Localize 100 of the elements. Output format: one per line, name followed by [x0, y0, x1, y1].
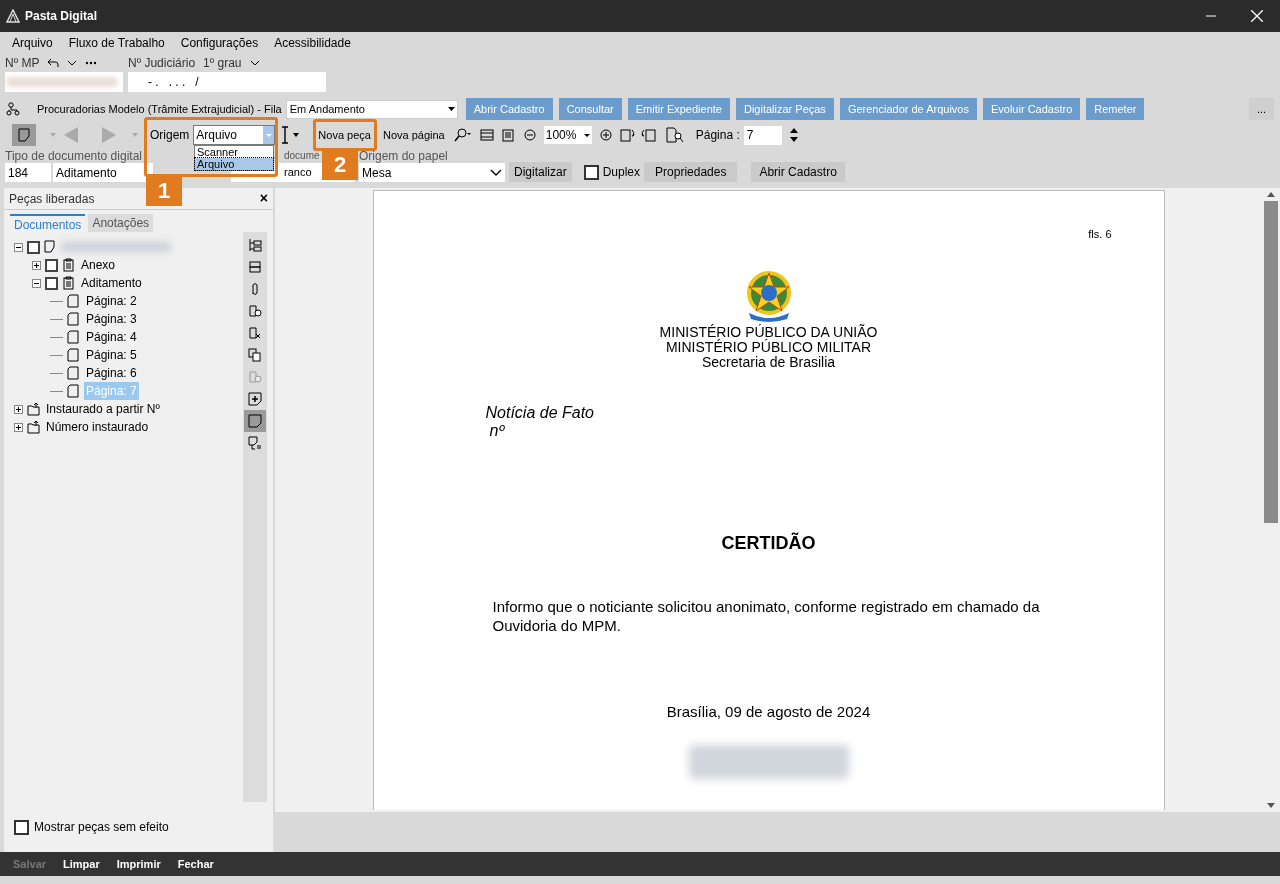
- menu-item[interactable]: Arquivo: [12, 34, 53, 52]
- tree-item[interactable]: Página: 3: [84, 310, 139, 328]
- properties-button[interactable]: Propriedades: [644, 162, 738, 182]
- scroll-down-icon: [1267, 803, 1275, 808]
- footer-button[interactable]: Fechar: [177, 855, 214, 873]
- undo-icon[interactable]: [47, 58, 60, 68]
- body-paragraph: Informo que o noticiante solicitou anonimato, conforme registrado em chamado da Ouvidoria do MPM.: [492, 596, 1041, 635]
- panel-tab[interactable]: Documentos: [10, 214, 86, 232]
- rotate-icon[interactable]: [619, 127, 636, 143]
- page-icon: [67, 348, 80, 362]
- show-void-checkbox[interactable]: [14, 819, 29, 835]
- dropdown-arrow-icon: [265, 133, 272, 137]
- dropdown-option[interactable]: Scanner: [195, 146, 273, 158]
- footer-button[interactable]: Limpar: [63, 855, 100, 873]
- close-button[interactable]: ×: [259, 188, 268, 209]
- note-icon: [248, 414, 262, 428]
- paper-origin-select[interactable]: Mesa: [359, 163, 505, 182]
- field-label: Tipo de documento digital: [5, 149, 142, 163]
- letterhead-line: MINISTÉRIO PÚBLICO DA UNIÃO: [659, 324, 878, 340]
- collapse-icon[interactable]: [14, 242, 23, 252]
- more-icon[interactable]: [85, 61, 98, 65]
- tree-icon: [248, 238, 262, 252]
- zoom-in-icon[interactable]: [599, 129, 612, 141]
- letterhead-line: Secretaria de Brasilia: [701, 354, 836, 370]
- judiciario-field[interactable]: - . . . . /: [128, 72, 326, 92]
- new-page-button[interactable]: Nova página: [381, 125, 446, 145]
- menu-item[interactable]: Fluxo de Trabalho: [68, 34, 165, 52]
- window-title: Pasta Digital: [25, 8, 98, 25]
- fit-page-icon[interactable]: [501, 128, 514, 142]
- field-label: 1º grau: [203, 55, 242, 72]
- zoom-select[interactable]: 100%: [543, 126, 592, 144]
- spinner-icon[interactable]: [789, 127, 798, 143]
- mp-field[interactable]: [5, 72, 123, 92]
- expand-icon[interactable]: [14, 404, 23, 414]
- tree-item[interactable]: Página: 4: [84, 328, 139, 346]
- origin-label: Origem: [150, 127, 190, 144]
- copy-icon: [248, 348, 262, 362]
- tree-item[interactable]: Aditamento: [79, 274, 144, 292]
- tree-item[interactable]: Página: 6: [84, 364, 139, 382]
- type-code-field[interactable]: 184: [5, 163, 51, 182]
- document-number-label: nº: [489, 421, 506, 440]
- page-icon: [67, 312, 80, 326]
- text-cursor-icon[interactable]: [281, 126, 290, 144]
- fit-width-icon[interactable]: [479, 129, 494, 141]
- field-label: Origem do papel: [359, 149, 448, 163]
- more-button[interactable]: ...: [1249, 98, 1274, 120]
- caret-icon[interactable]: [293, 133, 300, 137]
- type-field[interactable]: Aditamento: [53, 163, 153, 182]
- collapse-icon[interactable]: [32, 278, 41, 288]
- expand-icon[interactable]: [14, 422, 23, 432]
- scrollbar[interactable]: [1262, 188, 1280, 812]
- open-record-button[interactable]: Abrir Cadastro: [751, 162, 845, 182]
- note-list-icon: [248, 436, 262, 450]
- tree-item[interactable]: Número instaurado: [44, 418, 151, 436]
- page-icon: [18, 128, 30, 142]
- folder-icon: [27, 420, 40, 434]
- page-remove-icon: [248, 326, 262, 340]
- field-label: Nº MP: [5, 55, 40, 72]
- document-date: Brasília, 09 de agosto de 2024: [666, 701, 871, 722]
- zoom-out-icon[interactable]: [523, 129, 536, 141]
- menu-item[interactable]: Acessibilidade: [274, 34, 351, 52]
- duplex-checkbox[interactable]: [583, 164, 599, 180]
- page-icon: [67, 384, 80, 398]
- tree-item[interactable]: Página: 2: [84, 292, 139, 310]
- scan-button[interactable]: Digitalizar: [509, 162, 572, 182]
- tree-item[interactable]: Anexo: [79, 256, 118, 274]
- expand-icon[interactable]: [32, 260, 41, 270]
- chevron-down-icon[interactable]: [67, 60, 78, 66]
- queue-label: Procuradorias Modelo (Trâmite Extrajudicial) - Fila: [37, 101, 282, 117]
- new-document-button[interactable]: Nova peça: [317, 125, 372, 145]
- page-view-button[interactable]: [12, 124, 36, 146]
- chevron-down-icon[interactable]: [249, 60, 260, 66]
- page-search-icon[interactable]: [665, 127, 684, 143]
- tree-checkbox[interactable]: [45, 258, 58, 272]
- document-title: CERTIDÃO: [721, 531, 816, 555]
- field-label: Nº Judiciário: [128, 55, 196, 72]
- page-label: Página :: [695, 127, 740, 144]
- page-number-field[interactable]: 7: [743, 125, 782, 145]
- queue-select[interactable]: Em Andamento: [285, 99, 458, 119]
- menu-item[interactable]: Configurações: [180, 34, 259, 52]
- certificate-icon: [248, 304, 262, 318]
- tree-checkbox[interactable]: [45, 276, 58, 290]
- tree-checkbox[interactable]: [27, 240, 40, 254]
- page-icon: [67, 330, 80, 344]
- page-icon: [67, 366, 80, 380]
- scroll-up-icon: [1267, 192, 1275, 197]
- tree-item[interactable]: Página: 5: [84, 346, 139, 364]
- step-number: 2: [322, 148, 358, 180]
- dropdown-option[interactable]: Arquivo: [195, 158, 273, 170]
- rotate-icon[interactable]: [639, 127, 656, 143]
- origin-select[interactable]: Arquivo: [193, 125, 276, 145]
- panel-title: Peças liberadas: [9, 190, 95, 208]
- page-icon: [67, 294, 80, 308]
- dropdown-arrow-icon: [583, 133, 590, 137]
- footer-button[interactable]: Imprimir: [116, 855, 161, 873]
- workflow-icon: [6, 102, 20, 116]
- panel-tab[interactable]: Anotações: [88, 214, 154, 232]
- zoom-icon[interactable]: [453, 128, 472, 142]
- tree-item[interactable]: Instaurado a partir Nº: [44, 400, 162, 418]
- step-number: 1: [146, 174, 182, 206]
